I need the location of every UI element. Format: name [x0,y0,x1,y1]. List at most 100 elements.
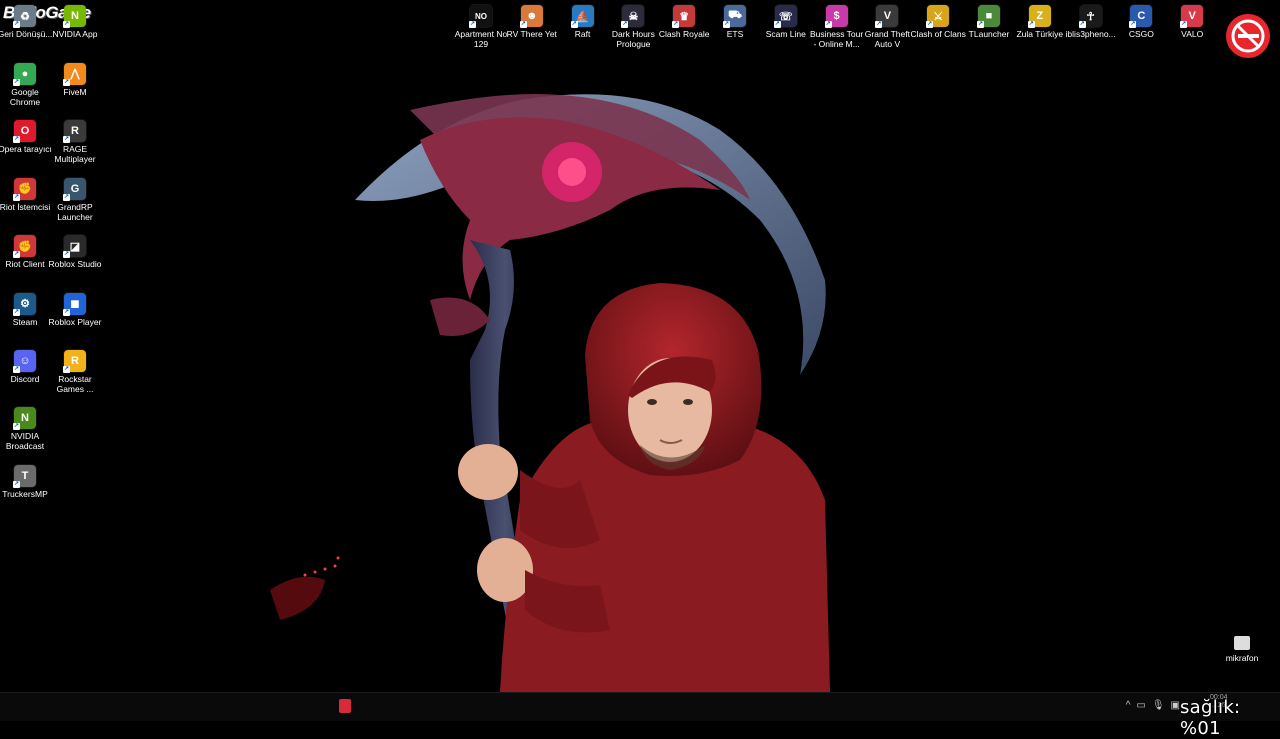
shortcut-arrow-icon: ↗ [13,136,20,143]
shortcut-arrow-icon: ↗ [13,251,20,258]
desktop-shortcut[interactable]: R ↗ Rockstar Games ... [50,347,100,403]
microphone-widget[interactable]: mikrafon [1222,636,1262,663]
recycle-bin-icon: ♻ ↗ [13,5,36,28]
desktop-shortcut-label: VALO [1181,29,1204,39]
desktop-shortcut[interactable]: $ ↗ Business Tour - Online M... [809,2,864,58]
desktop-shortcut[interactable]: ⛟ ↗ ETS [710,2,760,58]
desktop-shortcut[interactable]: ◪ ↗ Roblox Studio [48,232,102,288]
desktop-shortcut-label: Roblox Player [48,316,102,327]
desktop-shortcut-label: GrandRP Launcher [57,201,93,222]
desktop-shortcut[interactable]: ◼ ↗ Roblox Player [48,290,102,346]
taskbar-app-icon[interactable] [339,699,351,713]
microphone-widget-label: mikrafon [1225,653,1259,663]
clash-of-clans-icon: ⚔ ↗ [926,5,950,28]
desktop-shortcut[interactable]: N ↗ NVIDIA Broadcast [0,404,50,460]
desktop-shortcut[interactable]: ♻ ↗ Geri Dönüşü... [0,2,52,58]
desktop-shortcut-label: Riot Client [5,259,45,269]
desktop-shortcut[interactable]: ● ↗ Google Chrome [0,60,50,116]
desktop-shortcut-label: Discord [10,374,40,384]
desktop-shortcut-label: RAGE Multiplayer [54,144,96,164]
desktop-shortcut[interactable]: O ↗ Opera tarayıcı [0,117,52,173]
desktop-shortcut-label: Opera tarayıcı [0,144,52,154]
desktop-shortcut[interactable]: G ↗ GrandRP Launcher [50,175,100,231]
desktop-shortcut[interactable]: ☥ ↗ iblis3pheno... [1066,2,1116,58]
desktop-shortcut-label: ETS [726,29,744,39]
desktop-shortcut-label: NVIDIA App [52,29,98,39]
desktop-shortcut[interactable]: ⚙ ↗ Steam [0,290,50,346]
discord-icon: ☺ ↗ [13,350,36,373]
rage-icon: R ↗ [63,120,86,143]
desktop-shortcut-label: CSGO [1128,29,1154,39]
scam-line-icon: ☏ ↗ [773,5,797,28]
desktop-shortcut[interactable]: N ↗ NVIDIA App [50,2,100,58]
desktop-shortcut[interactable]: Z ↗ Zula Türkiye [1015,2,1065,58]
desktop-shortcut-label: NVIDIA Broadcast [5,431,45,451]
desktop-shortcut[interactable]: ☏ ↗ Scam Line [761,2,811,58]
shortcut-arrow-icon: ↗ [13,481,20,488]
desktop-shortcut[interactable]: ⋀ ↗ FiveM [50,60,100,116]
desktop-shortcut[interactable]: ■ ↗ TLauncher [964,2,1014,58]
shortcut-arrow-icon: ↗ [1027,21,1035,28]
desktop-shortcut-label: Business Tour - Online M... [809,29,864,49]
shortcut-arrow-icon: ↗ [63,136,70,143]
desktop-shortcut-label: Apartment No 129 [454,29,508,49]
desktop-shortcut-label: Clash of Clans [910,29,966,39]
riot-client-icon: ✊ ↗ [13,235,36,258]
desktop-shortcut[interactable]: ✊ ↗ Riot Client [0,232,50,288]
desktop-shortcut[interactable]: ⛵ ↗ Raft [558,2,608,58]
desktop-shortcut-label: Google Chrome [9,86,41,107]
roblox-studio-icon: ◪ ↗ [63,235,86,258]
desktop-shortcut[interactable]: NO ↗ Apartment No 129 [454,2,508,58]
apartment-icon: NO ↗ [469,5,492,28]
desktop-shortcut[interactable]: C ↗ CSGO [1116,2,1166,58]
gta-v-icon: V ↗ [875,5,899,28]
desktop-shortcut[interactable]: ⚔ ↗ Clash of Clans [910,2,966,58]
tray-network-icon[interactable]: ▣ [1171,700,1180,711]
rockstar-icon: R ↗ [63,350,86,373]
desktop-shortcut[interactable]: ☻ ↗ RV There Yet [507,2,557,58]
roblox-player-icon: ◼ ↗ [63,292,86,316]
desktop-shortcut-label: Riot İstemcisi [0,201,51,212]
desktop-shortcut-label: Rockstar Games ... [56,374,94,394]
fivem-icon: ⋀ ↗ [63,62,86,86]
nvidia-broadcast-icon: N ↗ [13,407,36,430]
business-tour-icon: $ ↗ [824,5,848,28]
health-overlay-text: sağlık: %01 [1180,697,1241,739]
raft-icon: ⛵ ↗ [570,5,594,28]
iblis-icon: ☥ ↗ [1078,5,1102,28]
desktop-shortcut-label: Roblox Studio [48,259,102,269]
desktop-shortcut-label: iblis3pheno... [1065,29,1116,39]
desktop-shortcut-label: Raft [574,29,591,39]
grandrp-icon: G ↗ [63,177,86,201]
desktop-shortcut[interactable]: ♛ ↗ Clash Royale [659,2,709,58]
shortcut-arrow-icon: ↗ [824,21,832,28]
truckersmp-icon: T ↗ [13,465,36,488]
desktop-shortcut[interactable]: ☠ ↗ Dark Hours Prologue [608,2,658,58]
shortcut-arrow-icon: ↗ [63,193,70,201]
riot-icon: ✊ ↗ [13,177,36,201]
tray-overflow-chevron-icon[interactable]: ^ [1126,700,1131,711]
desktop-shortcut[interactable]: ✊ ↗ Riot İstemcisi [0,175,50,231]
shortcut-arrow-icon: ↗ [13,308,20,316]
desktop-shortcut-label: Scam Line [765,29,806,39]
desktop-shortcut[interactable]: V ↗ Grand Theft Auto V [862,2,912,58]
desktop-shortcut[interactable]: T ↗ TruckersMP [0,462,50,518]
shortcut-arrow-icon: ↗ [63,21,70,28]
microphone-icon [1234,636,1250,650]
desktop-shortcut[interactable]: ☺ ↗ Discord [0,347,50,403]
shortcut-arrow-icon: ↗ [13,366,20,373]
shortcut-arrow-icon: ↗ [519,21,527,28]
tray-display-icon[interactable]: ▭ [1136,700,1145,711]
opera-icon: O ↗ [13,120,36,143]
shortcut-arrow-icon: ↗ [875,21,883,28]
shortcut-arrow-icon: ↗ [63,78,70,86]
desktop-shortcut-label: Zula Türkiye [1016,29,1064,39]
shortcut-arrow-icon: ↗ [63,366,70,373]
tray-microphone-icon[interactable]: 🎙 [1152,700,1165,711]
desktop-shortcut[interactable]: R ↗ RAGE Multiplayer [50,117,100,173]
desktop-shortcut[interactable]: V ↗ VALO [1167,2,1217,58]
taskbar: ^ ▭ 🎙 ▣ [0,692,1280,721]
shortcut-arrow-icon: ↗ [773,21,781,28]
desktop-shortcut-label: RV There Yet [506,29,557,39]
desktop-shortcut-label: Dark Hours Prologue [611,29,655,49]
